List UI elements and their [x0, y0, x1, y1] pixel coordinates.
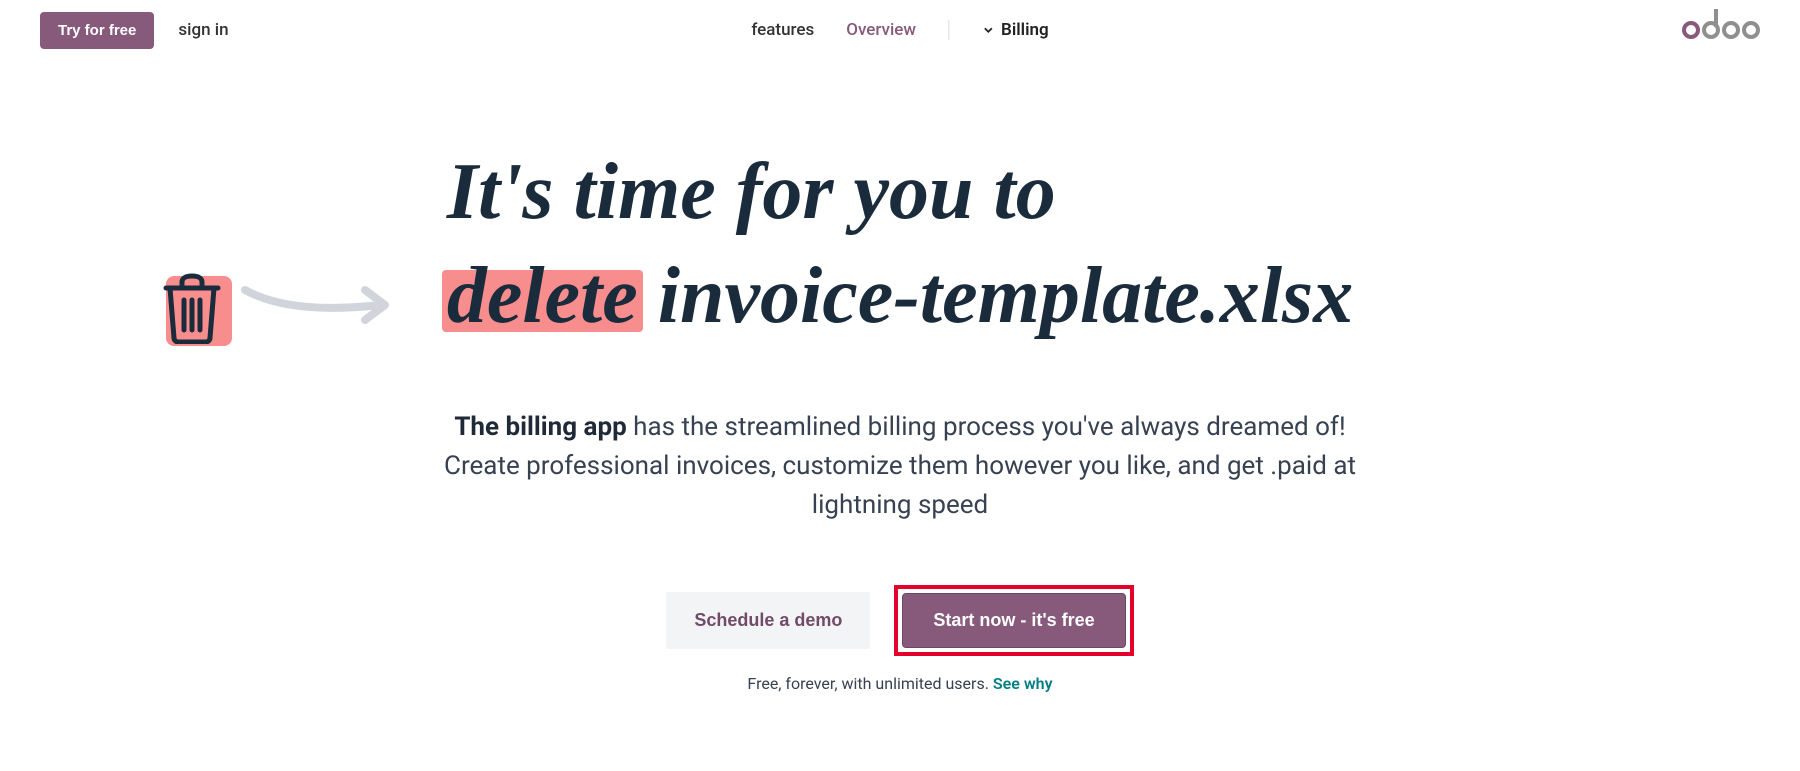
nav-billing-dropdown[interactable]: Billing — [981, 20, 1049, 40]
hero-title-wrap: It's time for you to delete invoice-temp… — [447, 140, 1353, 348]
see-why-link[interactable]: See why — [993, 674, 1053, 693]
footer-text: Free, forever, with unlimited users. See… — [0, 674, 1800, 693]
hero-desc-bold: The billing app — [454, 412, 626, 442]
sign-in-link[interactable]: sign in — [178, 20, 228, 40]
header-left: Try for free sign in — [40, 12, 229, 49]
header: Try for free sign in features Overview B… — [0, 0, 1800, 60]
hero-title-highlight: delete — [447, 244, 638, 348]
odoo-logo[interactable] — [1682, 21, 1760, 39]
hero-description: The billing app has the streamlined bill… — [440, 408, 1360, 525]
nav-divider — [948, 20, 949, 40]
start-now-highlight-box: Start now - it's free — [894, 585, 1133, 656]
header-nav: features Overview Billing — [751, 20, 1048, 40]
schedule-demo-button[interactable]: Schedule a demo — [666, 592, 870, 649]
chevron-down-icon — [981, 23, 995, 37]
logo-letter-d — [1702, 21, 1720, 39]
logo-letter-o — [1722, 21, 1740, 39]
try-for-free-button[interactable]: Try for free — [40, 12, 154, 49]
hero-title-line2: delete invoice-template.xlsx — [447, 244, 1353, 348]
hero-title-line1: It's time for you to — [447, 140, 1353, 244]
cta-row: Schedule a demo Start now - it's free — [0, 585, 1800, 656]
logo-letter-o — [1742, 21, 1760, 39]
hero-title-rest: invoice-template.xlsx — [638, 252, 1353, 340]
logo-letter-o — [1682, 21, 1700, 39]
nav-billing-label: Billing — [1001, 20, 1049, 40]
nav-features[interactable]: features — [751, 20, 814, 40]
nav-overview[interactable]: Overview — [846, 20, 916, 40]
hero-section: It's time for you to delete invoice-temp… — [0, 60, 1800, 693]
start-now-button[interactable]: Start now - it's free — [902, 593, 1125, 648]
footer-text-main: Free, forever, with unlimited users. — [747, 674, 992, 693]
header-right — [1682, 21, 1760, 39]
